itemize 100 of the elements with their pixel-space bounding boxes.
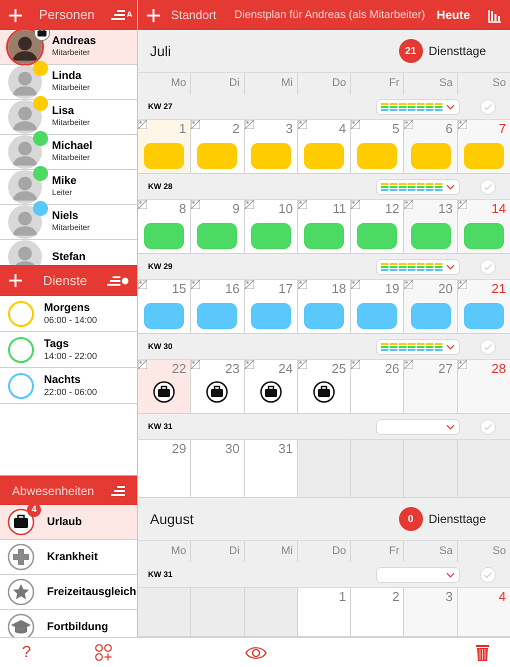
day-cell[interactable]: 23 [191, 360, 244, 413]
absence-row[interactable]: 4 Urlaub [0, 505, 137, 540]
note-corner-icon[interactable] [138, 200, 147, 209]
note-corner-icon[interactable] [458, 360, 467, 369]
sort-button[interactable]: A [110, 9, 132, 21]
shift-block[interactable] [357, 303, 398, 329]
day-cell[interactable]: 13 [404, 200, 457, 253]
shift-block[interactable] [464, 143, 504, 169]
note-corner-icon[interactable] [138, 360, 147, 369]
today-button[interactable]: Heute [436, 6, 470, 24]
shift-block[interactable] [197, 143, 238, 169]
note-corner-icon[interactable] [191, 360, 200, 369]
note-corner-icon[interactable] [244, 280, 254, 289]
note-corner-icon[interactable] [458, 120, 467, 129]
day-cell[interactable]: 6 [404, 120, 457, 173]
week-select[interactable] [376, 338, 460, 354]
note-corner-icon[interactable] [351, 360, 360, 369]
day-cell[interactable]: 12 [351, 200, 404, 253]
add-icon[interactable] [146, 8, 161, 22]
note-corner-icon[interactable] [298, 280, 307, 289]
day-cell[interactable]: 27 [404, 360, 457, 413]
day-cell[interactable]: 15 [138, 280, 190, 333]
shift-block[interactable] [250, 303, 291, 329]
check-circle[interactable] [480, 178, 496, 194]
day-cell[interactable]: 8 [138, 200, 190, 253]
day-cell[interactable]: 29 [138, 440, 190, 497]
note-corner-icon[interactable] [138, 280, 147, 289]
person-row[interactable]: Andreas Mitarbeiter [0, 30, 137, 65]
shift-block[interactable] [357, 143, 398, 169]
day-cell[interactable]: 28 [458, 360, 510, 413]
day-cell[interactable]: 16 [191, 280, 244, 333]
check-circle[interactable] [480, 98, 496, 114]
day-cell[interactable]: 14 [458, 200, 510, 253]
day-cell[interactable]: 18 [298, 280, 350, 333]
day-cell[interactable]: 31 [244, 440, 297, 497]
day-cell[interactable]: 9 [191, 200, 244, 253]
week-select[interactable] [376, 258, 460, 274]
day-cell[interactable]: 5 [351, 120, 404, 173]
week-select[interactable] [376, 178, 460, 194]
eye-icon[interactable] [245, 646, 267, 660]
note-corner-icon[interactable] [351, 120, 360, 129]
note-corner-icon[interactable] [404, 360, 414, 369]
note-corner-icon[interactable] [458, 280, 467, 289]
day-cell[interactable]: 17 [244, 280, 297, 333]
check-circle[interactable] [480, 418, 496, 434]
note-corner-icon[interactable] [404, 200, 414, 209]
shift-block[interactable] [144, 223, 184, 249]
check-circle[interactable] [480, 258, 496, 274]
note-corner-icon[interactable] [244, 200, 254, 209]
day-cell[interactable]: 26 [351, 360, 404, 413]
note-corner-icon[interactable] [404, 120, 414, 129]
day-cell[interactable]: 7 [458, 120, 510, 173]
add-icon[interactable] [8, 273, 23, 288]
shift-block[interactable] [304, 303, 344, 329]
note-corner-icon[interactable] [191, 120, 200, 129]
chart-icon[interactable] [488, 8, 502, 22]
week-select[interactable] [376, 98, 460, 114]
note-corner-icon[interactable] [244, 120, 254, 129]
day-cell[interactable]: 2 [351, 588, 404, 636]
note-corner-icon[interactable] [138, 120, 147, 129]
note-corner-icon[interactable] [298, 120, 307, 129]
day-cell[interactable]: 4 [298, 120, 350, 173]
check-circle[interactable] [480, 566, 496, 582]
shift-block[interactable] [250, 143, 291, 169]
note-corner-icon[interactable] [404, 280, 414, 289]
shift-block[interactable] [197, 223, 238, 249]
shift-block[interactable] [410, 303, 451, 329]
help-button[interactable]: ? [22, 642, 31, 662]
location-button[interactable]: Standort [171, 6, 216, 24]
day-cell[interactable]: 1 [138, 120, 190, 173]
shift-block[interactable] [197, 303, 238, 329]
shift-block[interactable] [464, 223, 504, 249]
day-cell[interactable]: 30 [191, 440, 244, 497]
shift-block[interactable] [144, 303, 184, 329]
day-cell[interactable]: 4 [458, 588, 510, 636]
sort-icon[interactable] [107, 274, 129, 286]
note-corner-icon[interactable] [458, 200, 467, 209]
note-corner-icon[interactable] [298, 360, 307, 369]
day-cell[interactable]: 1 [298, 588, 350, 636]
shift-block[interactable] [304, 223, 344, 249]
note-corner-icon[interactable] [244, 360, 254, 369]
add-icon[interactable] [8, 8, 23, 22]
day-cell[interactable]: 19 [351, 280, 404, 333]
shift-block[interactable] [357, 223, 398, 249]
day-cell[interactable]: 25 [298, 360, 350, 413]
trash-icon[interactable] [476, 644, 489, 660]
shift-block[interactable] [464, 303, 504, 329]
shift-block[interactable] [304, 143, 344, 169]
note-corner-icon[interactable] [298, 200, 307, 209]
add-group-icon[interactable] [95, 644, 112, 661]
note-corner-icon[interactable] [351, 200, 360, 209]
day-cell[interactable]: 11 [298, 200, 350, 253]
day-cell[interactable]: 20 [404, 280, 457, 333]
note-corner-icon[interactable] [191, 200, 200, 209]
sort-icon[interactable] [111, 484, 125, 496]
day-cell[interactable]: 2 [191, 120, 244, 173]
check-circle[interactable] [480, 338, 496, 354]
note-corner-icon[interactable] [191, 280, 200, 289]
shift-block[interactable] [250, 223, 291, 249]
day-cell[interactable]: 21 [458, 280, 510, 333]
